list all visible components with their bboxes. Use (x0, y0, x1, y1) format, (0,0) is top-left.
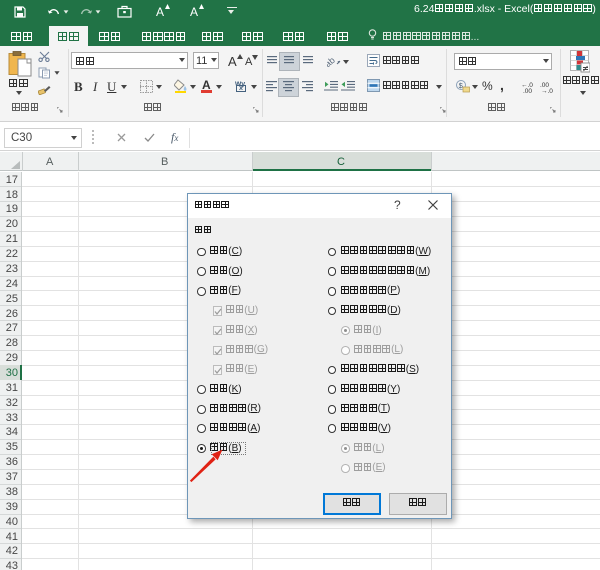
svg-text:.00: .00 (523, 88, 532, 93)
svg-text:→.0: →.0 (541, 88, 553, 93)
svg-text:ab: ab (327, 55, 337, 68)
